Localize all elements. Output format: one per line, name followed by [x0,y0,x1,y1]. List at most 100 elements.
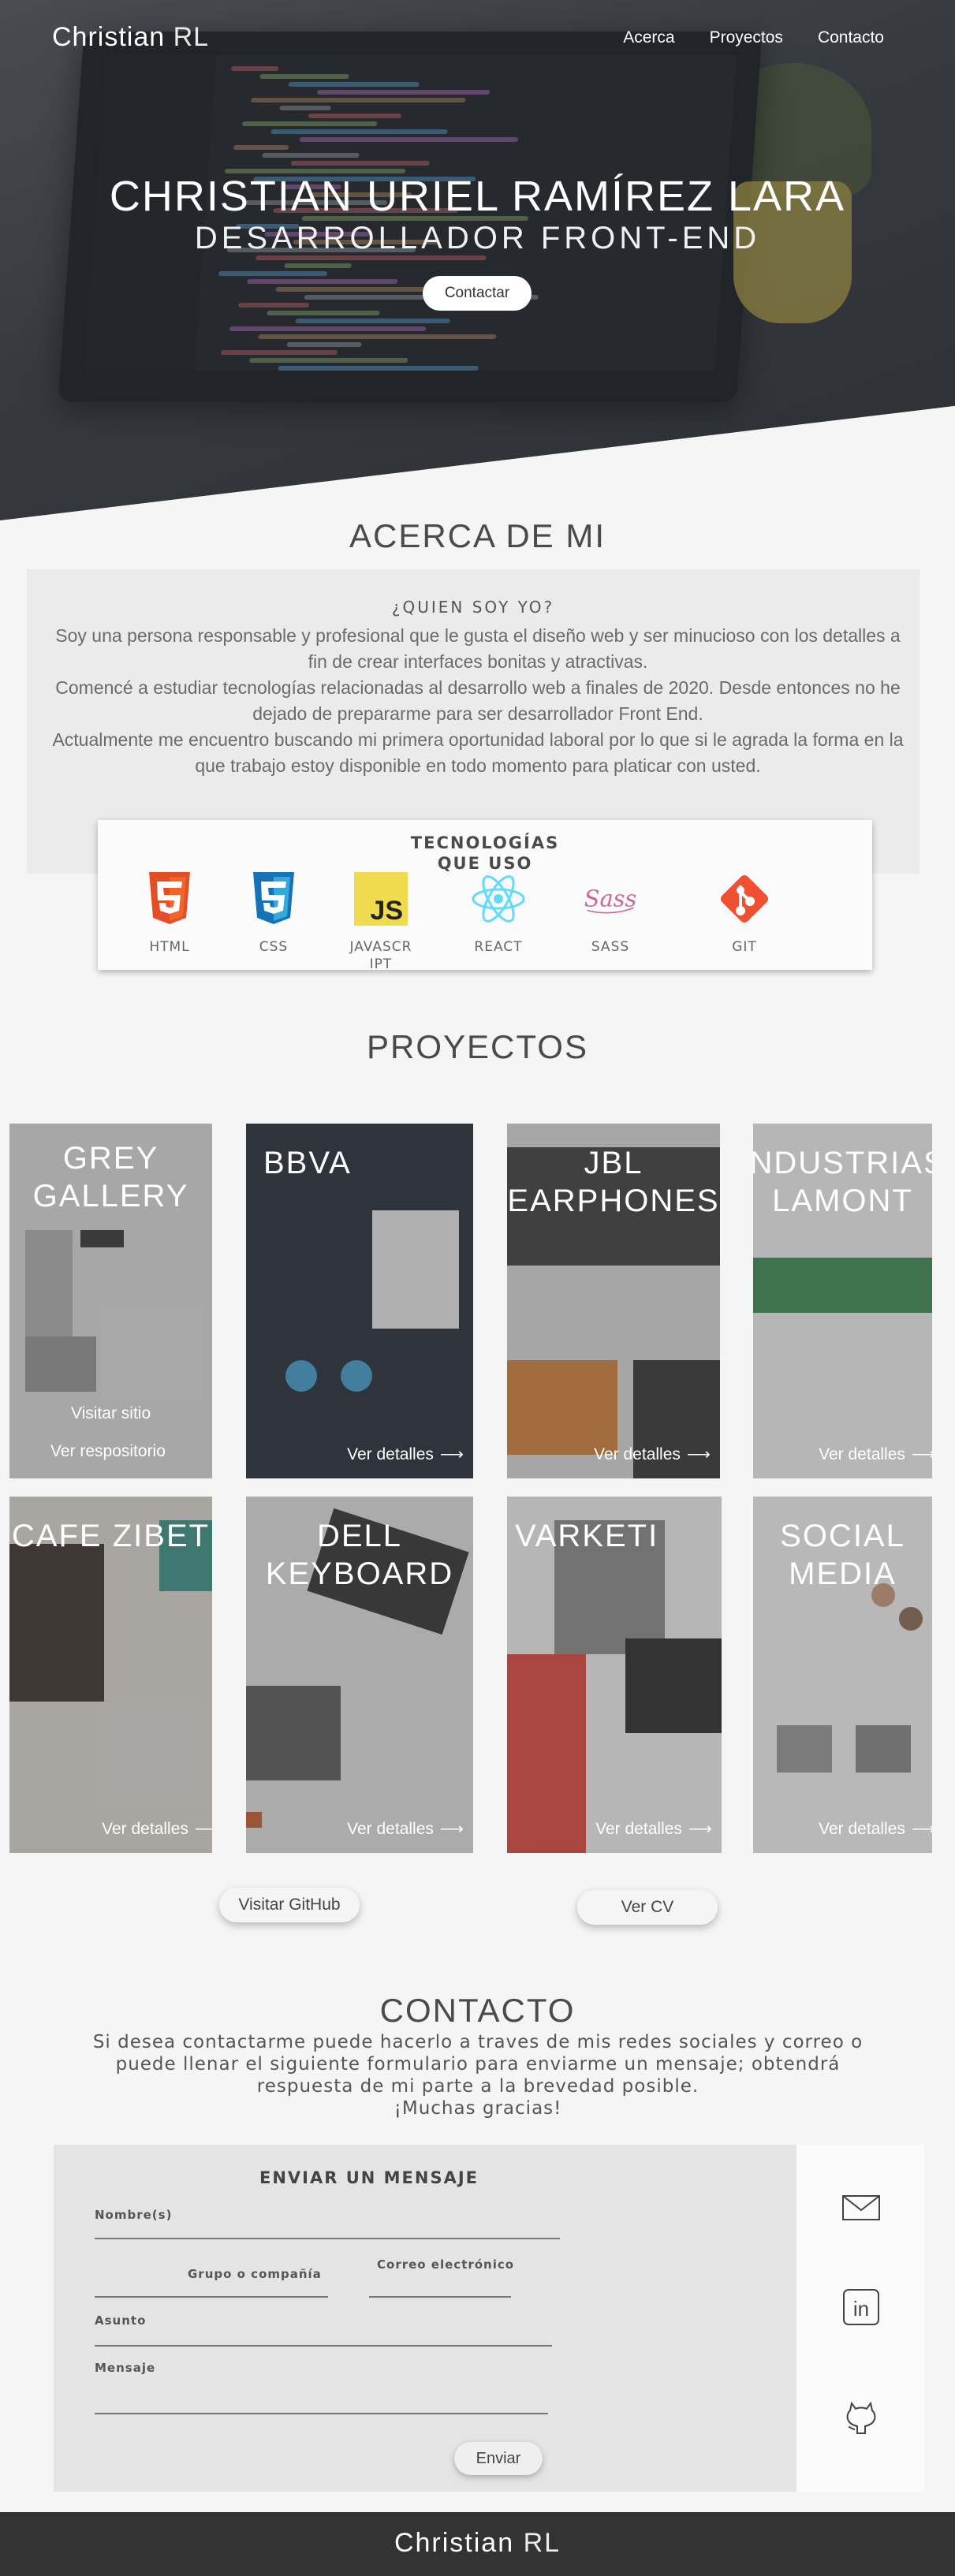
footer: Christian RL [0,2512,955,2576]
nav-brand[interactable]: Christian RL [52,22,209,53]
view-details-link[interactable]: Ver detalles ⟶ [595,1819,712,1839]
project-title: GREY GALLERY [32,1141,189,1213]
tech-label: JAVASCRIPT [349,939,412,972]
hero-role: DESARROLLADOR FRONT-END [194,221,761,255]
top-nav: Acerca Proyectos Contacto [623,28,884,47]
contactar-button[interactable]: Contactar [423,276,532,311]
arrow-right-icon: ⟶ [688,1820,712,1838]
arrow-right-icon: ⟶ [686,1445,711,1463]
company-field[interactable] [95,2296,328,2298]
form-title: ENVIAR UN MENSAJE [259,2168,479,2187]
subject-label: Asunto [95,2313,147,2328]
view-details-link[interactable]: Ver detalles ⟶ [347,1445,464,1464]
tech-item-css: CSS [234,870,313,956]
svg-text:Sass: Sass [584,885,636,912]
email-field[interactable] [369,2296,511,2298]
project-title: DELL KEYBOARD [265,1519,454,1591]
project-card-varketi[interactable]: VARKETI Ver detalles ⟶ [507,1497,722,1853]
arrow-right-icon: ⟶ [439,1820,464,1838]
send-button[interactable]: Enviar [454,2442,543,2475]
about-text: Soy una persona responsable y profesiona… [47,623,908,779]
message-field[interactable] [95,2413,548,2414]
tech-item-react: REACT [459,870,538,956]
github-icon[interactable] [841,2395,882,2436]
tech-label: CSS [259,939,289,955]
view-details-link[interactable]: Ver detalles ⟶ [347,1819,464,1839]
nav-link-contacto[interactable]: Contacto [818,28,884,47]
view-details-link[interactable]: Ver detalles ⟶ [819,1445,932,1464]
nav-link-proyectos[interactable]: Proyectos [710,28,783,47]
arrow-right-icon: ⟶ [194,1820,212,1838]
tech-item-javascript: JS JAVASCRIPT [341,870,420,973]
contact-text: Si desea contactarme puede hacerlo a tra… [47,2031,908,2119]
tech-label: HTML [149,939,190,955]
footer-brand[interactable]: Christian RL [0,2528,955,2559]
about-paragraph: Soy una persona responsable y profesiona… [55,625,901,672]
hero-section [0,0,955,520]
view-details-link[interactable]: Ver detalles ⟶ [102,1819,212,1839]
arrow-right-icon: ⟶ [439,1445,464,1463]
contact-title: CONTACTO [379,1992,576,2029]
project-card-dell-keyboard[interactable]: DELL KEYBOARD Ver detalles ⟶ [246,1497,473,1853]
hero-name: CHRISTIAN URIEL RAMÍREZ LARA [109,173,846,220]
project-card-jbl[interactable]: JBL EARPHONES Ver detalles ⟶ [507,1124,720,1478]
tech-item-html: HTML [130,870,209,956]
details-label: Ver detalles [819,1445,905,1463]
details-label: Ver detalles [595,1820,682,1838]
about-title: ACERCA DE MI [349,517,606,554]
details-label: Ver detalles [347,1820,434,1838]
mail-icon[interactable] [841,2187,882,2228]
details-label: Ver detalles [594,1445,681,1463]
arrow-right-icon: ⟶ [911,1445,932,1463]
company-label: Grupo o compañía [188,2267,322,2281]
contact-form: ENVIAR UN MENSAJE Nombre(s) Grupo o comp… [54,2145,796,2492]
contact-text-line: Si desea contactarme puede hacerlo a tra… [92,2032,864,2052]
react-icon [470,870,527,927]
linkedin-icon[interactable]: in [841,2287,882,2328]
contact-text-line: puede llenar el siguiente formulario par… [115,2054,841,2075]
project-card-social-media[interactable]: SOCIAL MEDIA Ver detalles ⟶ [753,1497,932,1853]
name-field[interactable] [95,2238,560,2239]
tech-card: TECNOLOGÍAS QUE USO HTML CSS JS JAVASCRI… [98,820,872,973]
project-title: CAFE ZIBET [11,1519,211,1553]
view-repo-link[interactable]: Ver respositorio [50,1442,166,1461]
details-label: Ver detalles [347,1445,434,1463]
subject-field[interactable] [95,2345,552,2347]
project-title: SOCIAL MEDIA [780,1519,905,1591]
sass-icon: Sass [582,870,639,927]
tech-title: TECNOLOGÍAS QUE USO [406,833,564,874]
html5-icon [141,870,198,927]
tech-title-text: TECNOLOGÍAS QUE USO [410,833,560,873]
svg-text:JS: JS [370,896,403,926]
details-label: Ver detalles [819,1820,905,1838]
project-card-industrias-lamont[interactable]: INDUSTRIAS LAMONT Ver detalles ⟶ [753,1124,932,1478]
social-links: in [796,2145,924,2492]
about-subtitle: ¿QUIEN SOY YO? [391,598,555,617]
nav-link-acerca[interactable]: Acerca [623,28,674,47]
tech-label: REACT [474,939,523,955]
brand-name: Christian [394,2528,515,2558]
email-label: Correo electrónico [377,2257,515,2272]
view-details-link[interactable]: Ver detalles ⟶ [819,1819,932,1839]
javascript-icon: JS [353,870,409,927]
name-label: Nombre(s) [95,2208,173,2222]
visit-github-button[interactable]: Visitar GitHub [219,1888,360,1922]
brand-initials: RL [173,22,210,52]
tech-item-git: GIT [705,870,784,956]
project-card-cafe-zibet[interactable]: CAFE ZIBET Ver detalles ⟶ [9,1497,212,1853]
project-card-bbva[interactable]: BBVA Ver detalles ⟶ [246,1124,473,1478]
project-title: JBL EARPHONES [507,1146,720,1218]
project-title: BBVA [263,1146,352,1180]
visit-site-link[interactable]: Visitar sitio [71,1404,151,1423]
tech-item-sass: Sass SASS [571,870,650,956]
brand-name: Christian [52,22,166,52]
project-card-grey-gallery[interactable]: GREY GALLERY Visitar sitio Ver resposito… [9,1124,212,1478]
view-details-link[interactable]: Ver detalles ⟶ [594,1445,711,1464]
tech-label: SASS [591,939,630,955]
view-cv-button[interactable]: Ver CV [577,1890,718,1925]
hero-overlay [0,0,955,520]
arrow-right-icon: ⟶ [911,1820,932,1838]
about-paragraph: Actualmente me encuentro buscando mi pri… [52,729,904,776]
svg-text:in: in [853,2297,869,2321]
css3-icon [245,870,302,927]
